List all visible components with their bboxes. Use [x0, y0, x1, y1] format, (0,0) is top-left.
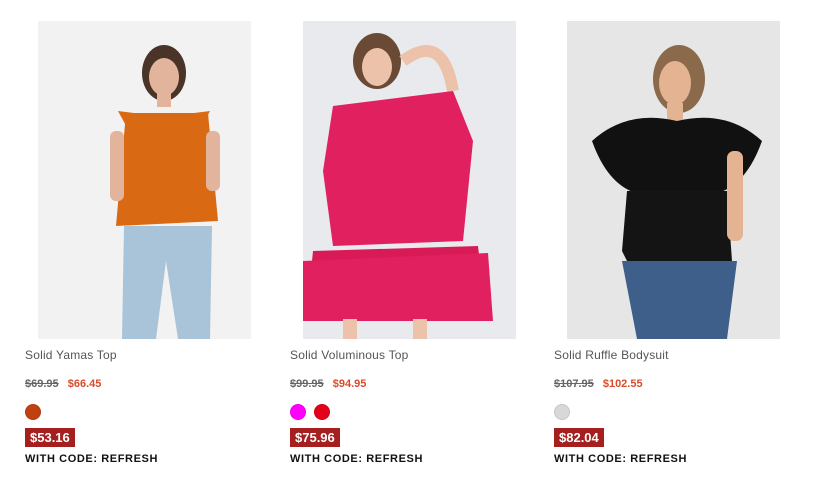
sale-price: $66.45 — [67, 378, 102, 390]
product-title[interactable]: Solid Ruffle Bodysuit — [554, 348, 767, 364]
sale-price: $102.55 — [602, 378, 643, 390]
product-card[interactable]: Solid Voluminous Top $99.95 $94.95 $75.9… — [290, 21, 516, 465]
color-swatch[interactable] — [314, 404, 330, 420]
product-card[interactable]: Solid Ruffle Bodysuit $107.95 $102.55 $8… — [554, 21, 780, 465]
color-swatches — [25, 404, 238, 420]
product-image[interactable] — [567, 21, 780, 339]
promo-code-text: WITH CODE: REFRESH — [554, 453, 688, 465]
promo-price-badge: $75.96 — [290, 428, 340, 447]
product-photo — [567, 21, 780, 339]
product-image[interactable] — [38, 21, 251, 339]
promo-code-text: WITH CODE: REFRESH — [290, 453, 424, 465]
promo-code-text: WITH CODE: REFRESH — [25, 453, 159, 465]
top-garment — [323, 91, 473, 246]
product-card[interactable]: Solid Yamas Top $69.95 $66.45 $53.16 WIT… — [25, 21, 251, 465]
price-row: $99.95 $94.95 — [290, 378, 503, 392]
color-swatches — [290, 404, 503, 420]
promo-price-badge: $82.04 — [554, 428, 604, 447]
color-swatch[interactable] — [25, 404, 41, 420]
color-swatches — [554, 404, 767, 420]
top-garment — [116, 113, 218, 226]
product-photo — [38, 21, 251, 339]
color-swatch[interactable] — [554, 404, 570, 420]
product-photo — [303, 21, 516, 339]
price-row: $69.95 $66.45 — [25, 378, 238, 392]
promo-price-badge: $53.16 — [25, 428, 75, 447]
original-price: $107.95 — [554, 378, 594, 390]
product-title[interactable]: Solid Voluminous Top — [290, 348, 503, 364]
sale-price: $94.95 — [332, 378, 367, 390]
color-swatch[interactable] — [290, 404, 306, 420]
original-price: $99.95 — [290, 378, 324, 390]
original-price: $69.95 — [25, 378, 59, 390]
price-row: $107.95 $102.55 — [554, 378, 767, 392]
product-image[interactable] — [303, 21, 516, 339]
product-title[interactable]: Solid Yamas Top — [25, 348, 238, 364]
